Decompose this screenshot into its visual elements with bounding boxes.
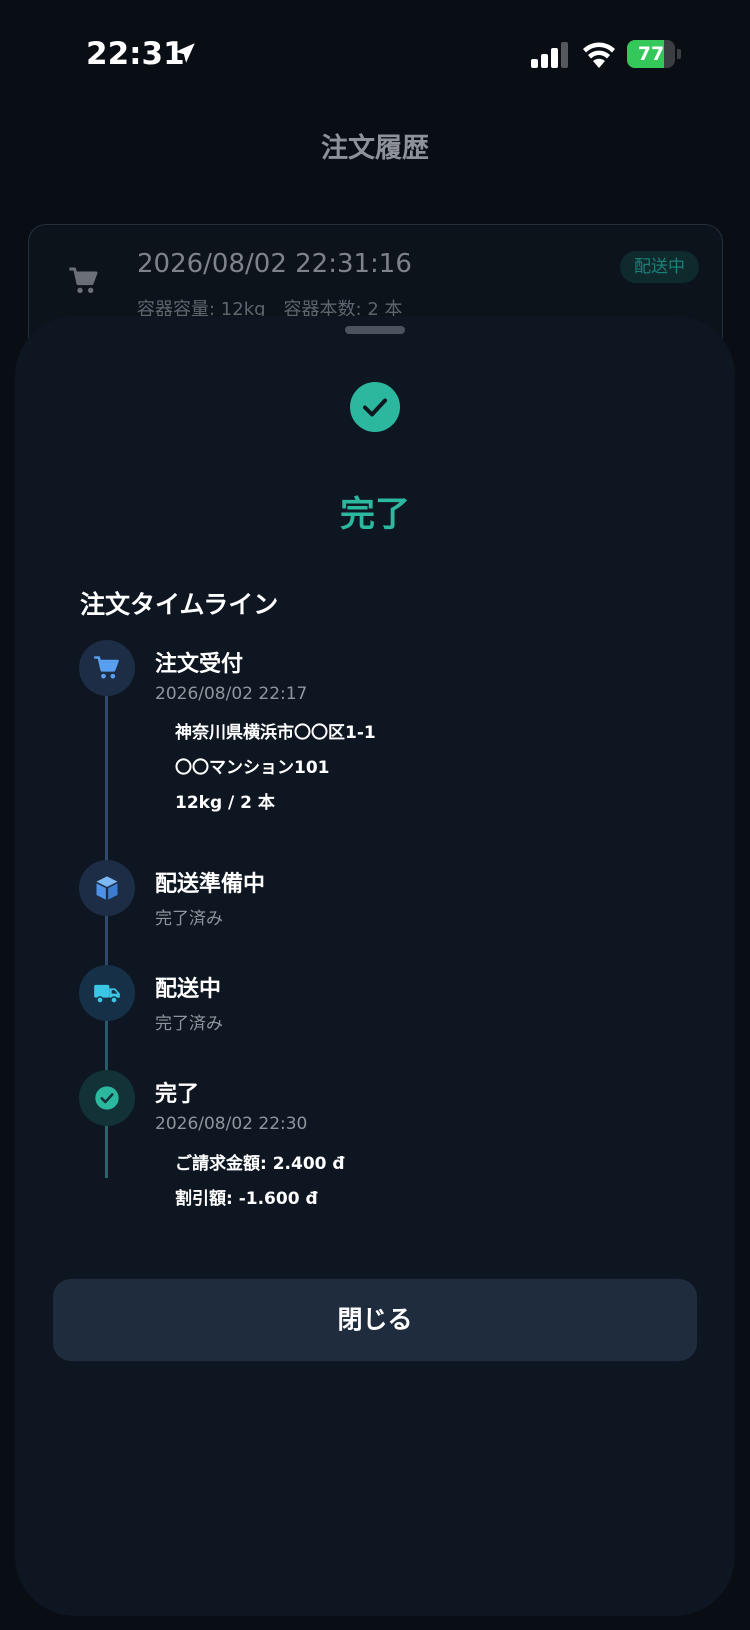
timeline-step-title: 完了 bbox=[155, 1082, 200, 1107]
status-badge: 配送中 bbox=[620, 251, 699, 283]
timeline-node bbox=[79, 860, 135, 916]
timeline-node bbox=[79, 640, 135, 696]
status-time: 22:31 bbox=[86, 36, 185, 72]
timeline-detail: 割引額: -1.600 đ bbox=[175, 1189, 318, 1209]
timeline-detail: 〇〇マンション101 bbox=[175, 758, 330, 778]
timeline-heading: 注文タイムライン bbox=[80, 590, 279, 619]
check-circle-icon bbox=[95, 1086, 119, 1110]
wifi-icon bbox=[583, 42, 615, 68]
timeline-step-title: 配送中 bbox=[155, 977, 222, 1002]
cart-icon bbox=[69, 267, 98, 293]
status-bar: 22:31 77 bbox=[0, 0, 750, 110]
timeline-node bbox=[79, 1070, 135, 1126]
location-arrow-icon bbox=[175, 43, 195, 63]
timeline-step-subtitle: 完了済み bbox=[155, 909, 223, 929]
timeline-node bbox=[79, 965, 135, 1021]
battery-charging-icon: 77 bbox=[627, 40, 681, 68]
timeline-step-subtitle: 完了済み bbox=[155, 1014, 223, 1034]
timeline-step-subtitle: 2026/08/02 22:17 bbox=[155, 684, 308, 704]
box-icon bbox=[96, 876, 118, 900]
page-title: 注文履歴 bbox=[321, 133, 429, 164]
cart-icon bbox=[94, 656, 119, 679]
timeline-detail: 12kg / 2 本 bbox=[175, 793, 275, 813]
order-date: 2026/08/02 22:31:16 bbox=[137, 249, 412, 279]
timeline-step-subtitle: 2026/08/02 22:30 bbox=[155, 1114, 308, 1134]
battery-level: 77 bbox=[637, 43, 665, 65]
timeline-detail: ご請求金額: 2.400 đ bbox=[175, 1154, 345, 1174]
sheet-grabber[interactable] bbox=[345, 326, 405, 334]
status-title: 完了 bbox=[339, 495, 410, 535]
truck-icon bbox=[94, 984, 120, 1004]
check-circle-icon bbox=[350, 382, 400, 432]
order-detail-sheet: 完了 注文タイムライン 注文受付 2026/08/02 22:17 神奈川県横浜… bbox=[15, 316, 735, 1616]
timeline-detail: 神奈川県横浜市〇〇区1-1 bbox=[175, 723, 376, 743]
close-button[interactable]: 閉じる bbox=[53, 1279, 697, 1361]
timeline-step-title: 配送準備中 bbox=[155, 872, 266, 897]
timeline-step-title: 注文受付 bbox=[155, 652, 244, 677]
cellular-signal-icon bbox=[531, 42, 568, 68]
